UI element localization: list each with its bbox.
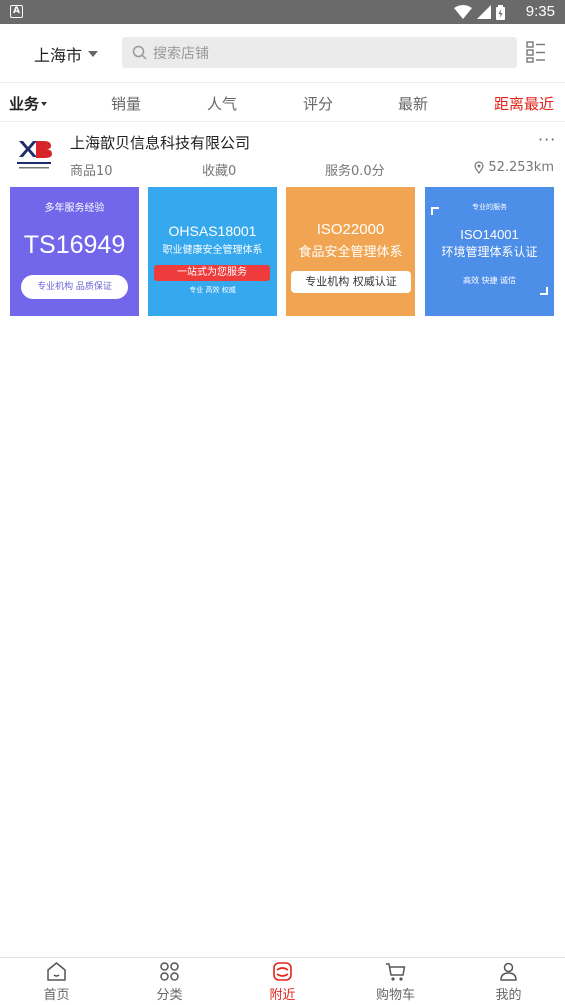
- location-pin-icon: [474, 161, 484, 174]
- banner-title: ISO14001: [460, 227, 519, 242]
- banner-iso22000[interactable]: ISO22000 食品安全管理体系 专业机构 权威认证: [286, 187, 415, 316]
- banner-text: 高效 快捷 诚信: [462, 276, 517, 285]
- filter-business[interactable]: 业务: [9, 93, 48, 114]
- banner-ohsas18001[interactable]: OHSAS18001 职业健康安全管理体系 一站式为您服务 专业 高效 权威: [148, 187, 277, 316]
- status-bar: A 9:35: [0, 0, 565, 24]
- search-header: 上海市 搜索店铺: [0, 24, 565, 82]
- tab-cart-label: 购物车: [375, 988, 415, 1003]
- signal-icon: [477, 5, 491, 19]
- banner-subtitle: 食品安全管理体系: [298, 245, 403, 260]
- city-label: 上海市: [34, 46, 83, 65]
- banner-text: 专业 高效 权威: [189, 286, 236, 294]
- shop-card[interactable]: 上海歆贝信息科技有限公司 ··· 商品10 收藏0 服务0.0分 52.253k…: [0, 122, 565, 322]
- goods-count: 商品10: [70, 164, 113, 179]
- category-icon: [160, 962, 179, 981]
- wifi-icon: [454, 5, 472, 19]
- bottom-tab-bar: 首页 分类 附近 购物车 我的: [0, 957, 565, 1005]
- city-selector[interactable]: 上海市: [34, 42, 99, 66]
- banner-ts16949[interactable]: 多年服务经验 TS16949 专业机构 品质保证: [10, 187, 139, 316]
- banner-subtitle: 环境管理体系认证: [441, 245, 538, 259]
- banner-title: OHSAS18001: [168, 223, 257, 239]
- filter-business-label: 业务: [9, 95, 40, 113]
- tab-home-label: 首页: [43, 988, 70, 1003]
- tab-profile-label: 我的: [495, 988, 522, 1003]
- distance: 52.253km: [474, 160, 554, 175]
- shop-logo: [17, 141, 52, 169]
- home-icon: [47, 962, 66, 981]
- tab-category[interactable]: 分类: [113, 958, 226, 1005]
- tab-category-label: 分类: [156, 988, 183, 1003]
- battery-icon: [496, 4, 505, 20]
- list-view-icon[interactable]: [526, 41, 546, 63]
- banner-subtitle: 职业健康安全管理体系: [162, 245, 263, 256]
- banner-pill: 一站式为您服务: [154, 265, 270, 281]
- banner-pill: 专业机构 品质保证: [21, 275, 128, 299]
- sort-filter-bar: 业务 销量 人气 评分 最新 距离最近: [0, 82, 565, 122]
- tab-profile[interactable]: 我的: [452, 958, 565, 1005]
- search-placeholder: 搜索店铺: [153, 45, 209, 62]
- filter-sales[interactable]: 销量: [111, 93, 141, 114]
- nearby-icon: [273, 962, 292, 981]
- corner-bracket-icon: [540, 287, 548, 295]
- tab-nearby-label: 附近: [269, 988, 296, 1003]
- banner-title: TS16949: [23, 231, 126, 259]
- app-indicator-icon: A: [10, 5, 23, 18]
- system-icons: [454, 4, 505, 20]
- favorites-count: 收藏0: [202, 164, 237, 179]
- banner-pill: 专业机构 权威认证: [291, 271, 411, 293]
- cart-icon: [386, 963, 406, 981]
- more-options-icon[interactable]: ···: [538, 130, 556, 149]
- search-input[interactable]: 搜索店铺: [122, 37, 517, 68]
- filter-newest[interactable]: 最新: [398, 93, 428, 114]
- clock: 9:35: [525, 3, 555, 20]
- tab-nearby[interactable]: 附近: [226, 958, 339, 1005]
- chevron-down-icon: [41, 101, 48, 106]
- filter-popularity[interactable]: 人气: [207, 93, 237, 114]
- distance-value: 52.253km: [488, 160, 554, 175]
- tab-cart[interactable]: 购物车: [339, 958, 452, 1005]
- banner-text: 多年服务经验: [44, 203, 105, 214]
- banner-title: ISO22000: [316, 221, 385, 238]
- user-icon: [500, 962, 517, 981]
- search-icon: [132, 45, 147, 60]
- shop-name: 上海歆贝信息科技有限公司: [70, 134, 251, 152]
- filter-rating[interactable]: 评分: [303, 93, 333, 114]
- banner-iso14001[interactable]: 专业的服务 ISO14001 环境管理体系认证 高效 快捷 诚信: [425, 187, 554, 316]
- chevron-down-icon: [88, 51, 99, 57]
- service-score: 服务0.0分: [325, 164, 385, 179]
- tab-home[interactable]: 首页: [0, 958, 113, 1005]
- banner-text: 专业的服务: [472, 203, 507, 211]
- filter-nearest[interactable]: 距离最近: [494, 93, 554, 114]
